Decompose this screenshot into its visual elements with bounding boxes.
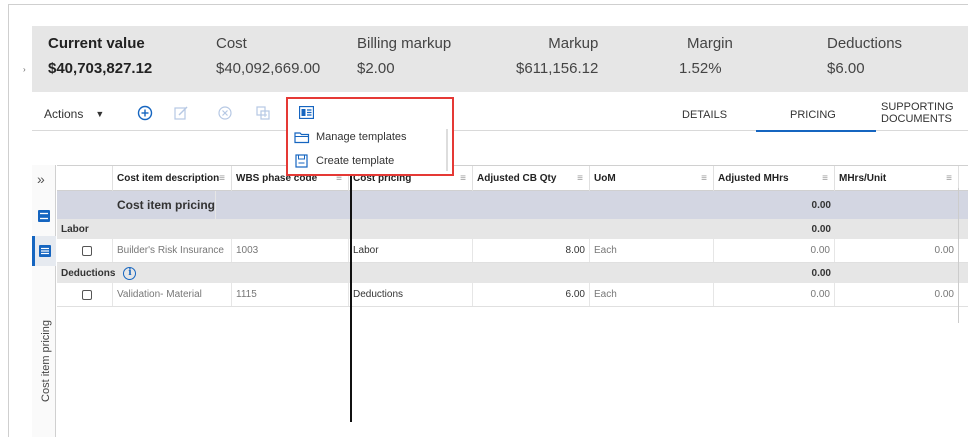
- summary-bar: Current value $40,703,827.12 Cost $40,09…: [32, 26, 968, 92]
- menu-item-label: Manage templates: [316, 131, 407, 143]
- filter-icon[interactable]: ≡: [219, 173, 225, 184]
- cell-wbs: 1003: [232, 239, 349, 262]
- copy-icon[interactable]: [254, 104, 272, 122]
- menu-item-create-template[interactable]: Create template: [294, 150, 394, 172]
- metric-label: Cost: [216, 35, 247, 52]
- metric-markup: Markup $611,156.12: [516, 35, 598, 77]
- header-adjusted-mhrs[interactable]: Adjusted MHrs ≡: [714, 166, 835, 191]
- header-label: MHrs/Unit: [839, 173, 887, 184]
- cell-qty[interactable]: 8.00: [473, 239, 590, 262]
- header-label: Cost item description: [117, 173, 220, 184]
- actions-dropdown[interactable]: Actions ▼: [44, 102, 122, 126]
- delete-icon[interactable]: [216, 104, 234, 122]
- cell-pricing: Deductions: [349, 283, 473, 306]
- cell-uom: Each: [590, 283, 714, 306]
- row-select: [57, 239, 113, 262]
- header-uom[interactable]: UoM ≡: [590, 166, 714, 191]
- cell-qty[interactable]: 6.00: [473, 283, 590, 306]
- cell-description: Builder's Risk Insurance: [113, 239, 232, 262]
- section-row-deductions: Deductions i 0.00: [57, 263, 968, 283]
- add-icon[interactable]: [136, 104, 154, 122]
- section-total: 0.00: [811, 267, 831, 279]
- metric-label: Margin: [687, 35, 733, 52]
- metric-current-value: Current value $40,703,827.12: [48, 35, 152, 77]
- list-icon: [39, 245, 51, 257]
- cell-mhrs[interactable]: 0.00: [714, 239, 835, 262]
- header-label: UoM: [594, 173, 616, 184]
- cell-mhrs[interactable]: 0.00: [714, 283, 835, 306]
- group-title: Cost item pricing: [113, 191, 217, 219]
- metric-margin: Margin 1.52%: [679, 35, 733, 77]
- tab-supporting-documents[interactable]: SUPPORTING DOCUMENTS: [881, 101, 954, 125]
- section-total: 0.00: [811, 223, 831, 235]
- group-row: Cost item pricing 0.00: [57, 191, 968, 219]
- tab-pricing[interactable]: PRICING: [756, 109, 876, 132]
- cell-pricing: Labor: [349, 239, 473, 262]
- side-panel: » Cost item pricing: [32, 165, 56, 437]
- hierarchy-icon[interactable]: [37, 209, 51, 223]
- toolbar: Actions ▼ DETAILS PRICING SUPPORTING DOC…: [32, 98, 968, 132]
- section-name: Deductions i: [57, 263, 138, 283]
- folder-icon: [294, 131, 310, 143]
- info-icon[interactable]: i: [123, 266, 137, 280]
- filter-icon[interactable]: ≡: [822, 173, 828, 184]
- metric-cost: Cost $40,092,669.00: [216, 35, 320, 77]
- row-checkbox[interactable]: [81, 245, 92, 256]
- menu-item-label: Create template: [316, 155, 395, 167]
- save-icon: [295, 154, 308, 168]
- row-checkbox[interactable]: [81, 289, 92, 300]
- header-label: Adjusted CB Qty: [477, 173, 557, 184]
- filter-icon[interactable]: ≡: [460, 173, 466, 184]
- edit-icon[interactable]: [172, 104, 190, 122]
- row-select: [57, 283, 113, 306]
- filter-icon[interactable]: ≡: [701, 173, 707, 184]
- header-mhrs-unit[interactable]: MHrs/Unit ≡: [835, 166, 959, 191]
- metric-label: Deductions: [827, 35, 903, 52]
- metric-deductions: Deductions $6.00: [827, 35, 902, 77]
- menu-item-manage-templates[interactable]: Manage templates: [294, 126, 407, 148]
- metric-value: $40,703,827.12: [48, 60, 153, 77]
- metric-value: $40,092,669.00: [216, 60, 321, 77]
- metric-value: $2.00: [357, 60, 395, 77]
- templates-menu-icon[interactable]: [299, 106, 314, 119]
- filter-icon[interactable]: ≡: [577, 173, 583, 184]
- header-select: [57, 166, 113, 191]
- cell-uom: Each: [590, 239, 714, 262]
- cell-description: Validation- Material: [113, 283, 232, 306]
- side-panel-title: Cost item pricing: [40, 320, 52, 402]
- table-row[interactable]: Validation- Material 1115 Deductions 6.0…: [57, 283, 968, 307]
- filter-icon[interactable]: ≡: [946, 173, 952, 184]
- metric-label: Markup: [548, 35, 599, 52]
- collapse-marker: ›: [23, 65, 26, 74]
- metric-billing-markup: Billing markup $2.00: [357, 35, 451, 77]
- section-row-labor: Labor 0.00: [57, 219, 968, 239]
- table-header: Cost item description ≡ WBS phase code ≡…: [57, 165, 968, 191]
- grid-divider: [958, 188, 959, 323]
- metric-value: $6.00: [827, 60, 865, 77]
- metric-label: Billing markup: [357, 35, 452, 52]
- cell-mhrs-unit[interactable]: 0.00: [835, 239, 959, 262]
- caret-down-icon: ▼: [95, 109, 105, 119]
- section-name: Labor: [57, 219, 90, 239]
- group-total: 0.00: [811, 199, 831, 211]
- section-name-text: Deductions: [61, 267, 116, 279]
- expand-panel-icon[interactable]: »: [37, 171, 45, 187]
- metric-value: $611,156.12: [516, 60, 599, 77]
- tab-details[interactable]: DETAILS: [682, 109, 727, 121]
- cell-wbs: 1115: [232, 283, 349, 306]
- actions-label: Actions: [44, 107, 84, 121]
- table-row[interactable]: Builder's Risk Insurance 1003 Labor 8.00…: [57, 239, 968, 263]
- header-label: Adjusted MHrs: [718, 173, 789, 184]
- metric-label: Current value: [48, 35, 145, 52]
- cost-item-grid: Cost item description ≡ WBS phase code ≡…: [57, 165, 968, 325]
- templates-dropdown: Manage templates Create template: [286, 97, 454, 176]
- list-view-tab[interactable]: [32, 236, 56, 266]
- dropdown-scrollbar[interactable]: [446, 129, 448, 171]
- cell-mhrs-unit[interactable]: 0.00: [835, 283, 959, 306]
- header-cost-item-description[interactable]: Cost item description ≡: [113, 166, 232, 191]
- header-adjusted-cb-qty[interactable]: Adjusted CB Qty ≡: [473, 166, 590, 191]
- metric-value: 1.52%: [679, 60, 722, 77]
